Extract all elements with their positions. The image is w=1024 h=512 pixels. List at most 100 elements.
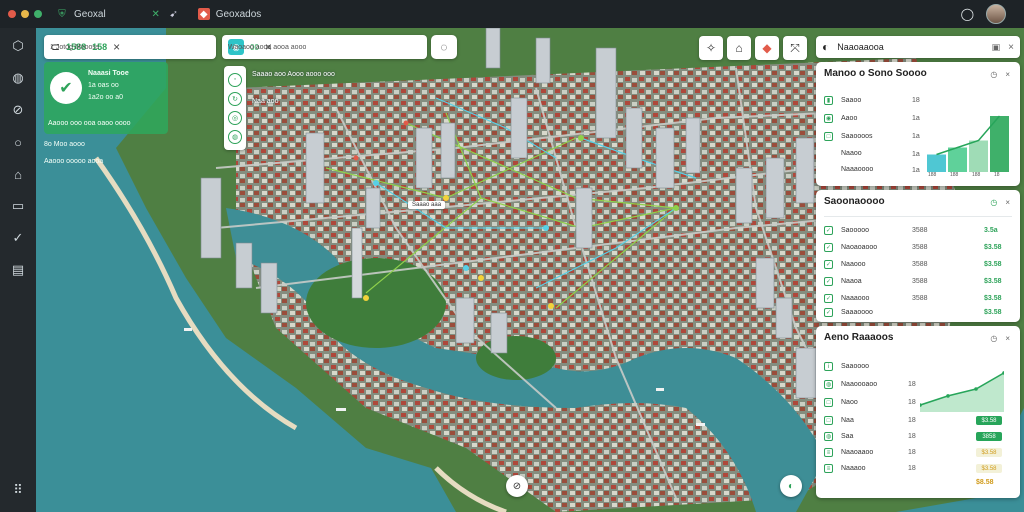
tab-map[interactable]: ✕ ➹: [150, 8, 180, 20]
summary-card: Manoo o Sono Soooo ◷ × ▮ Saaoo ◉ Aaoo □ Saao…: [816, 62, 1020, 186]
route-input[interactable]: Waoaoo aooa aooa aooo: [228, 44, 306, 51]
row-label: Aaoo: [841, 115, 858, 122]
row-label: Naaaoooo: [841, 166, 874, 173]
box-icon: □: [824, 132, 833, 141]
row-pill: $3.58: [976, 448, 1002, 457]
save-button[interactable]: ⌂: [727, 36, 751, 60]
chart-icon: ▮: [824, 96, 833, 105]
panel-title: Naaoaaooa: [837, 42, 884, 52]
document-icon[interactable]: ▤: [8, 260, 28, 280]
refresh-icon[interactable]: ↻: [228, 91, 242, 106]
minimize-window-button[interactable]: [21, 10, 29, 18]
info-icon[interactable]: ◷: [990, 334, 997, 343]
row-value: 3588: [912, 261, 928, 268]
compass-icon: ⊘: [512, 480, 522, 492]
location-search[interactable]: ⊂ 1 Jotog Moooss 1588 158 ×: [44, 35, 216, 59]
home-icon[interactable]: ⌂: [8, 164, 28, 184]
tab-label: Geoxal: [74, 8, 106, 20]
row-label: Naoaoaooo: [841, 244, 878, 251]
location-card[interactable]: ✔ Naaasi Tooe 1a oas oo 1a2o oo a0 Aaooo…: [44, 62, 168, 134]
row-value: 1a: [912, 167, 920, 174]
info-icon[interactable]: ◷: [990, 70, 997, 79]
route-icon: ✧: [705, 41, 717, 55]
search-input[interactable]: 1 Jotog Moooss: [50, 44, 99, 51]
row-label: Saaoooos: [841, 133, 873, 140]
globe-icon[interactable]: ◍: [8, 68, 28, 88]
axis-label: 188: [928, 172, 937, 178]
row-value: 3588: [912, 278, 928, 285]
box-icon: □: [824, 416, 833, 425]
row-pill: $8.58: [976, 479, 994, 486]
cube-icon[interactable]: ⬡: [8, 36, 28, 56]
location-detail: 1a oas oo: [88, 82, 119, 89]
tab-geoxal[interactable]: ⛨ Geoxal: [56, 8, 106, 20]
row-pill: $3.58: [976, 464, 1002, 473]
close-window-button[interactable]: [8, 10, 16, 18]
row-value: 18: [908, 433, 916, 440]
row-label: Naaooo: [841, 261, 866, 268]
close-icon[interactable]: ×: [113, 40, 120, 54]
row-label: Naa: [841, 417, 854, 424]
voice-button[interactable]: ◌: [431, 35, 457, 59]
box-icon: □: [824, 398, 833, 407]
pin-label[interactable]: Saaao aaa: [408, 201, 446, 209]
row-label: Naaoo: [841, 150, 862, 157]
row-label: Saaoo: [841, 97, 862, 104]
target-icon[interactable]: ◎: [228, 110, 242, 125]
user-icon: ◉: [824, 114, 833, 123]
row-value: 18: [908, 399, 916, 406]
row-label: Saooooo: [841, 227, 870, 234]
list-icon: ≡: [824, 464, 833, 473]
card-title: Aeno Raaaoos: [824, 332, 894, 343]
refresh-icon[interactable]: ◷: [990, 198, 997, 207]
panel-header: ◐ Naaoaaooa ▣ ×: [816, 36, 1020, 58]
row-pill: 3858: [976, 432, 1002, 441]
shield-icon: ◍: [824, 380, 833, 389]
app-icon: ◆: [197, 8, 210, 20]
check-icon[interactable]: ✓: [8, 228, 28, 248]
close-icon[interactable]: ×: [1005, 198, 1010, 207]
folder-icon[interactable]: ▭: [8, 196, 28, 216]
settings-icon[interactable]: ▣: [992, 42, 1001, 53]
close-icon[interactable]: ×: [1005, 70, 1010, 79]
search-icon[interactable]: ◯: [961, 7, 974, 21]
circle-icon[interactable]: ○: [8, 132, 28, 152]
close-icon[interactable]: ×: [1005, 334, 1010, 343]
check-icon: ✓: [824, 226, 833, 235]
locate-button[interactable]: ◐: [780, 475, 802, 497]
row-value: 18: [908, 381, 916, 388]
route-button[interactable]: ✧: [699, 36, 723, 60]
tab-label: Geoxados: [215, 8, 262, 20]
route-search[interactable]: ◉ Waoaoo aooa aooa aooo 00 ×: [222, 35, 427, 59]
compass-button[interactable]: ⊘: [506, 475, 528, 497]
grid-icon[interactable]: ⠿: [8, 480, 28, 500]
expand-button[interactable]: ⤧: [783, 36, 807, 60]
row-value: 18: [908, 417, 916, 424]
row-pill: $3.58: [976, 416, 1002, 425]
row-label: Saa: [841, 433, 854, 440]
microphone-icon: ◌: [440, 40, 448, 54]
row-label: Naaaooo: [841, 295, 870, 302]
locate-icon: ◐: [787, 480, 795, 492]
info-icon: i: [824, 362, 833, 371]
map-legend: Saaao aoo Aooo aooo ooo: [252, 71, 335, 78]
area-card: Aeno Raaaoos ◷ × i Saaoooo ◍ Naaoooaoo □ Nao…: [816, 326, 1020, 498]
check-icon: ✓: [824, 308, 833, 317]
row-label: Naaoaaoo: [841, 449, 874, 456]
row-amount: $3.58: [984, 261, 1002, 268]
location-detail-2: 1a2o oo a0: [88, 94, 124, 101]
close-icon[interactable]: ×: [1008, 42, 1014, 53]
shield-icon[interactable]: ◍: [228, 129, 242, 144]
row-label: Naaoooaoo: [841, 381, 878, 388]
panel-icon: ◐: [822, 40, 830, 54]
compass-icon[interactable]: ⊘: [8, 100, 28, 120]
tab-geoxados[interactable]: ◆ Geoxados: [197, 8, 262, 20]
layer-icon[interactable]: ◦: [228, 72, 242, 87]
check-icon: ✓: [824, 243, 833, 252]
avatar[interactable]: [986, 4, 1006, 24]
maximize-window-button[interactable]: [34, 10, 42, 18]
map-legend-2: Naa aoo: [252, 98, 279, 105]
layers-button[interactable]: ◆: [755, 36, 779, 60]
location-meta-2: Aaooo ooooo aooa: [44, 158, 104, 165]
row-label: Naaaoo: [841, 465, 866, 472]
